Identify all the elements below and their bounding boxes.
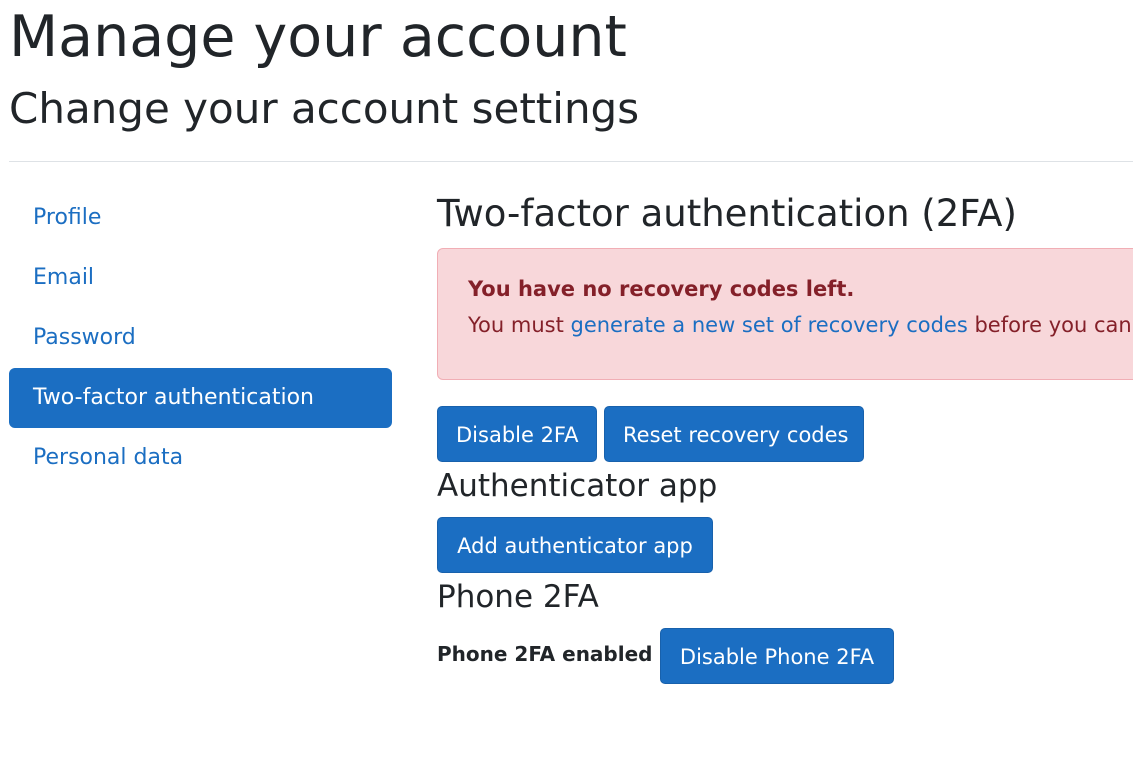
phone-2fa-status: Phone 2FA enabled <box>437 642 653 666</box>
account-nav: Profile Email Password Two-factor authen… <box>9 188 392 488</box>
alert-heading: You have no recovery codes left. <box>468 277 855 301</box>
generate-recovery-codes-link[interactable]: generate a new set of recovery codes <box>571 313 968 337</box>
alert-message: You must generate a new set of recovery … <box>468 307 1132 343</box>
sidebar-item-profile[interactable]: Profile <box>9 188 392 248</box>
sidebar-item-two-factor-authentication[interactable]: Two-factor authentication <box>9 368 392 428</box>
section-title: Two-factor authentication (2FA) <box>437 192 1017 235</box>
main-content: Two-factor authentication (2FA) You have… <box>437 0 1133 762</box>
sidebar-item-personal-data[interactable]: Personal data <box>9 428 392 488</box>
add-authenticator-app-button[interactable]: Add authenticator app <box>437 517 713 573</box>
reset-recovery-codes-button[interactable]: Reset recovery codes <box>604 406 864 462</box>
sidebar-item-email[interactable]: Email <box>9 248 392 308</box>
authenticator-app-heading: Authenticator app <box>437 468 718 504</box>
alert-text-after-link: before you can <box>967 313 1132 337</box>
disable-2fa-button[interactable]: Disable 2FA <box>437 406 597 462</box>
recovery-codes-alert: You have no recovery codes left. You mus… <box>437 248 1133 380</box>
phone-2fa-heading: Phone 2FA <box>437 579 599 615</box>
sidebar-item-password[interactable]: Password <box>9 308 392 368</box>
alert-text-before-link: You must <box>468 313 571 337</box>
disable-phone-2fa-button[interactable]: Disable Phone 2FA <box>660 628 894 684</box>
